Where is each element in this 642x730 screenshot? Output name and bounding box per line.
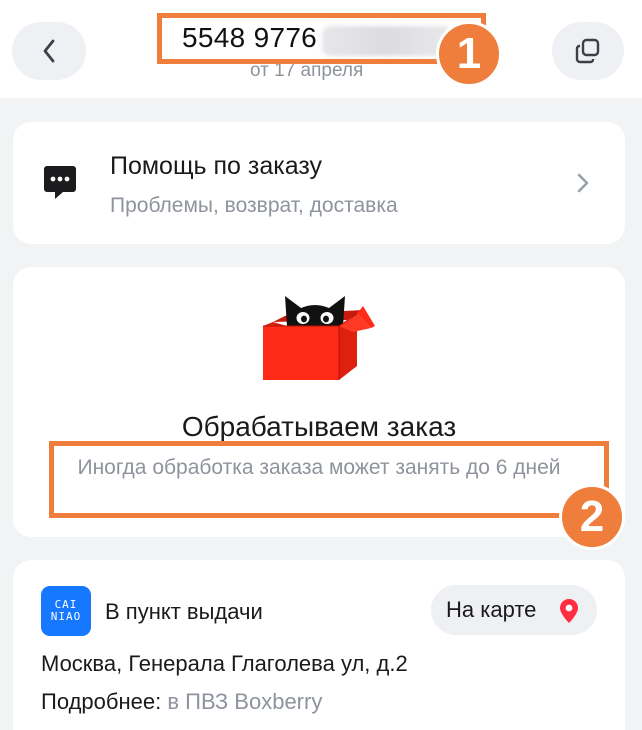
- help-subtitle: Проблемы, возврат, доставка: [110, 194, 398, 217]
- map-pin-icon: [560, 599, 578, 623]
- cat-in-box-icon: [263, 296, 375, 380]
- pickup-details: Подробнее: в ПВЗ Boxberry: [41, 689, 322, 715]
- chat-bubble-icon: [44, 166, 76, 199]
- delivery-type: В пункт выдачи: [105, 599, 263, 624]
- help-title: Помощь по заказу: [110, 152, 323, 180]
- copy-button[interactable]: [552, 22, 624, 80]
- status-title: Обрабатываем заказ: [181, 411, 457, 442]
- annotation-marker-1: 1: [436, 21, 502, 87]
- details-label: Подробнее:: [41, 689, 162, 714]
- chevron-left-icon: [43, 39, 55, 63]
- delivery-card: CAI NIAO В пункт выдачи На карте Москва,…: [13, 560, 625, 730]
- cainiao-logo: CAI NIAO: [41, 586, 91, 636]
- annotation-marker-2: 2: [559, 484, 625, 550]
- map-button-label: На карте: [446, 597, 537, 622]
- back-button[interactable]: [12, 22, 86, 80]
- show-on-map-button[interactable]: На карте: [431, 585, 597, 635]
- order-help-card[interactable]: Помощь по заказу Проблемы, возврат, дост…: [13, 122, 625, 244]
- copy-icon: [575, 38, 600, 64]
- chevron-right-icon: [577, 173, 589, 193]
- pickup-point-link[interactable]: в ПВЗ Boxberry: [167, 689, 322, 714]
- logo-text: CAI NIAO: [50, 598, 82, 623]
- annotation-box-status-description: [49, 441, 609, 518]
- pickup-address: Москва, Генерала Глаголева ул, д.2: [41, 651, 408, 676]
